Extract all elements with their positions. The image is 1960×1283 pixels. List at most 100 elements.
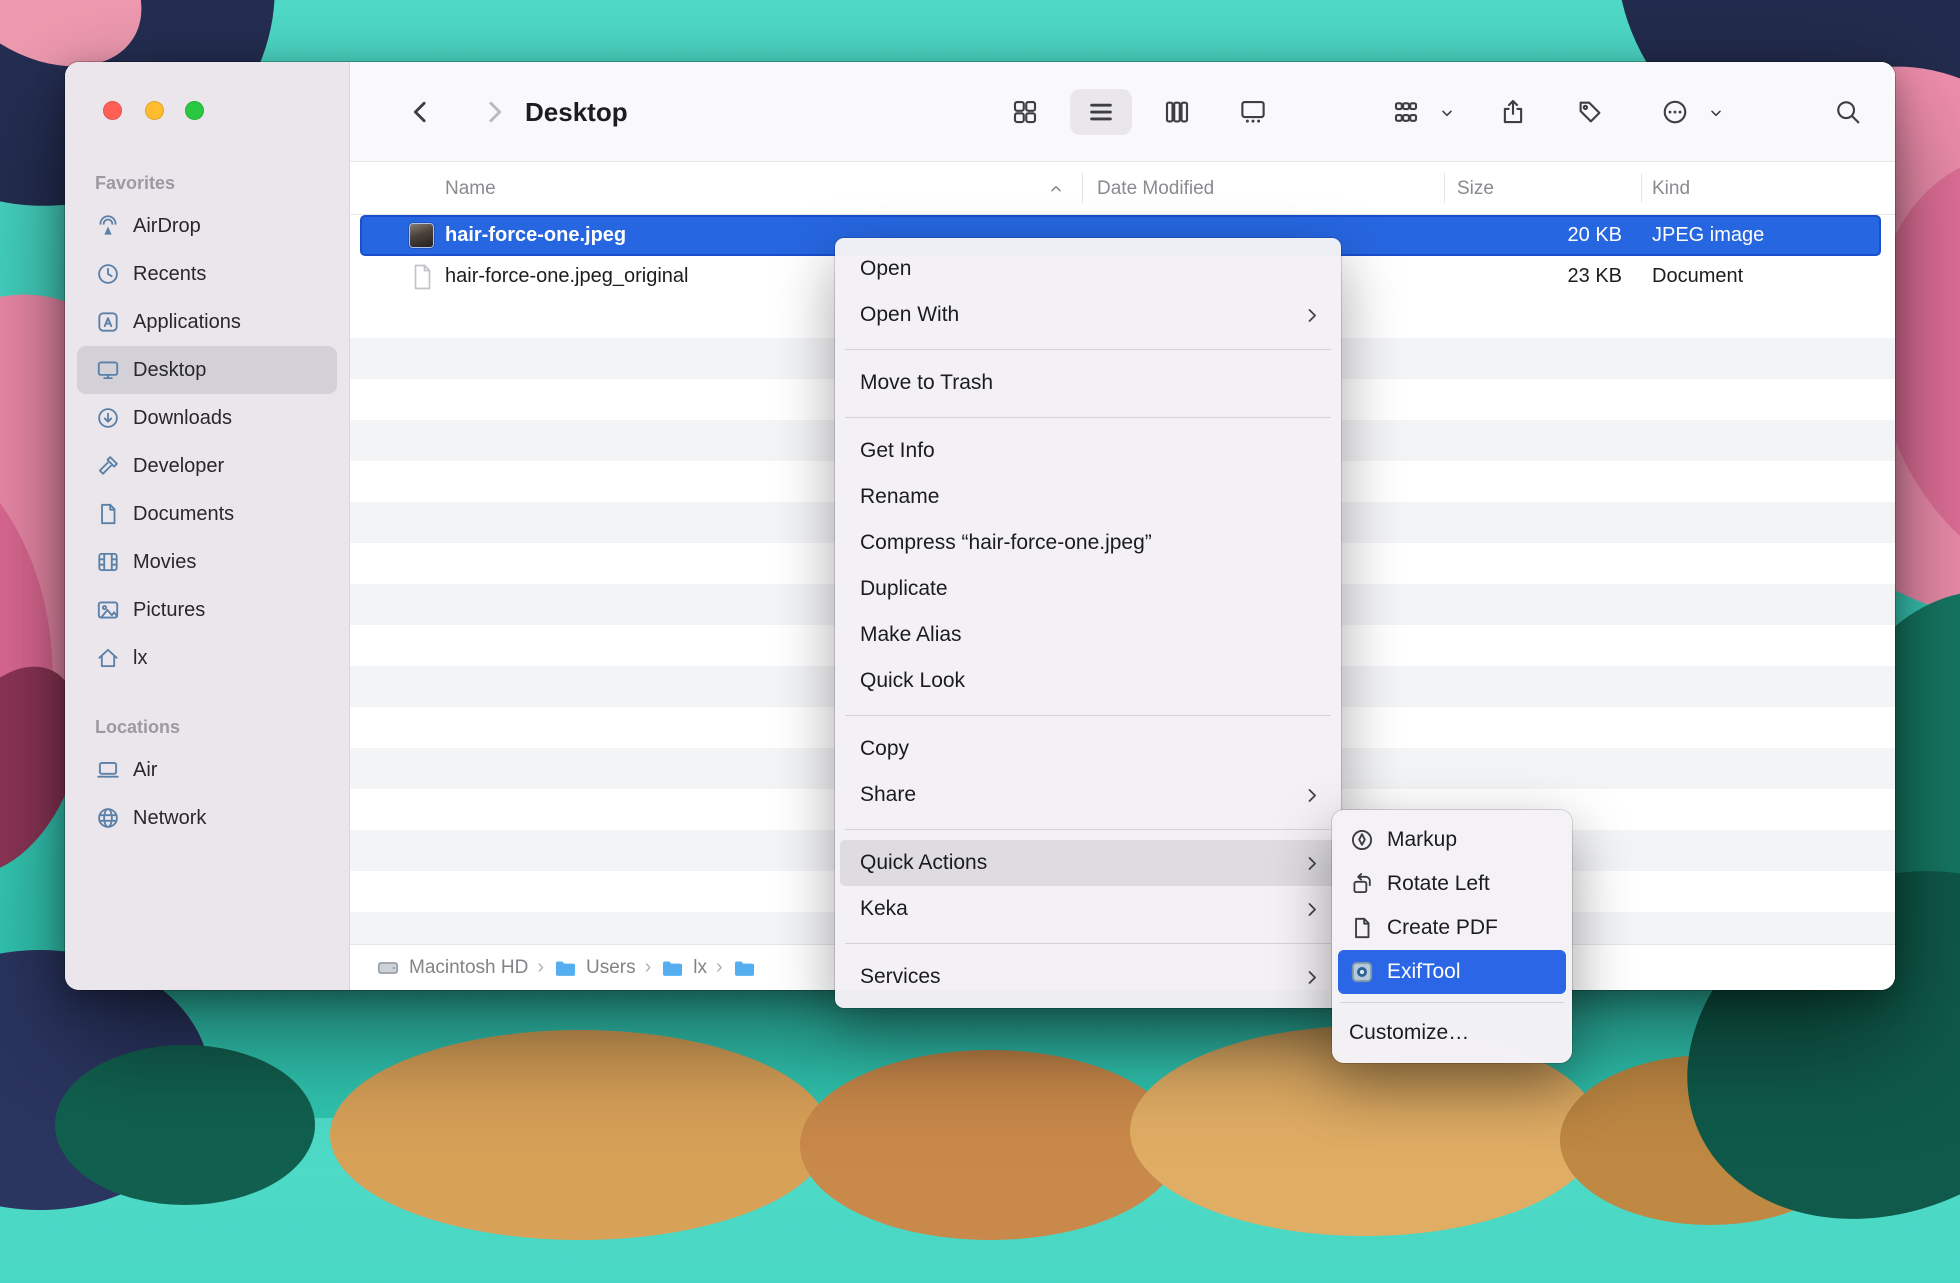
- sidebar-item-label: Recents: [133, 263, 206, 286]
- chevron-right-icon: [1302, 968, 1321, 987]
- column-header-row: Name Date Modified Size Kind: [350, 162, 1895, 215]
- sidebar-item-movies[interactable]: Movies: [77, 538, 337, 586]
- create-pdf-icon: [1349, 915, 1375, 941]
- more-options-button[interactable]: [1660, 97, 1690, 127]
- wallpaper-shape: [800, 1050, 1180, 1240]
- view-gallery-button[interactable]: [1238, 97, 1268, 127]
- path-item-users[interactable]: Users: [586, 957, 636, 979]
- submenu-item-markup[interactable]: Markup: [1332, 818, 1572, 862]
- menu-item-quick-actions[interactable]: Quick Actions: [840, 840, 1336, 886]
- column-divider[interactable]: [1444, 173, 1445, 203]
- sidebar-item-applications[interactable]: Applications: [77, 298, 337, 346]
- menu-item-compress[interactable]: Compress “hair-force-one.jpeg”: [835, 520, 1341, 566]
- sidebar-item-lx[interactable]: lx: [77, 634, 337, 682]
- path-item-macintosh-hd[interactable]: Macintosh HD: [409, 957, 528, 979]
- column-header-name[interactable]: Name: [445, 162, 496, 215]
- submenu-item-customize[interactable]: Customize…: [1332, 1011, 1572, 1055]
- close-button[interactable]: [103, 101, 122, 120]
- wallpaper-shape: [55, 1045, 315, 1205]
- context-menu: Open Open With Move to Trash Get Info Re…: [835, 238, 1341, 1008]
- rotate-left-icon: [1349, 871, 1375, 897]
- column-divider[interactable]: [1641, 173, 1642, 203]
- menu-item-rename[interactable]: Rename: [835, 474, 1341, 520]
- menu-item-open[interactable]: Open: [835, 246, 1341, 292]
- menu-separator: [845, 943, 1331, 944]
- wallpaper-shape: [330, 1030, 830, 1240]
- clock-icon: [95, 261, 121, 287]
- menu-item-share[interactable]: Share: [835, 772, 1341, 818]
- column-header-size[interactable]: Size: [1457, 162, 1494, 215]
- sidebar-item-label: Pictures: [133, 599, 205, 622]
- sidebar-item-airdrop[interactable]: AirDrop: [77, 202, 337, 250]
- menu-item-duplicate[interactable]: Duplicate: [835, 566, 1341, 612]
- path-separator: ›: [537, 956, 544, 979]
- sidebar-item-developer[interactable]: Developer: [77, 442, 337, 490]
- submenu-item-create-pdf[interactable]: Create PDF: [1332, 906, 1572, 950]
- submenu-item-rotate-left[interactable]: Rotate Left: [1332, 862, 1572, 906]
- downloads-icon: [95, 405, 121, 431]
- menu-item-make-alias[interactable]: Make Alias: [835, 612, 1341, 658]
- menu-item-move-to-trash[interactable]: Move to Trash: [835, 360, 1341, 406]
- file-kind: JPEG image: [1652, 215, 1764, 256]
- applications-icon: [95, 309, 121, 335]
- exiftool-icon: [1349, 959, 1375, 985]
- folder-icon: [732, 956, 756, 980]
- group-button[interactable]: [1391, 97, 1421, 127]
- view-columns-button[interactable]: [1162, 97, 1192, 127]
- sidebar-item-label: Network: [133, 807, 206, 830]
- markup-icon: [1349, 827, 1375, 853]
- menu-separator: [845, 829, 1331, 830]
- toolbar: Desktop: [350, 62, 1895, 162]
- file-size: 20 KB: [1444, 215, 1622, 256]
- sidebar-item-desktop[interactable]: Desktop: [77, 346, 337, 394]
- minimize-button[interactable]: [145, 101, 164, 120]
- sidebar-item-label: Developer: [133, 455, 224, 478]
- sidebar-item-network[interactable]: Network: [77, 794, 337, 842]
- jpeg-thumbnail-icon: [410, 224, 433, 247]
- sidebar-item-label: lx: [133, 647, 147, 670]
- sidebar-item-label: AirDrop: [133, 215, 201, 238]
- menu-item-services[interactable]: Services: [835, 954, 1341, 1000]
- view-list-button[interactable]: [1086, 97, 1116, 127]
- chevron-right-icon: [1302, 786, 1321, 805]
- sidebar-item-air[interactable]: Air: [77, 746, 337, 794]
- back-button[interactable]: [406, 97, 436, 127]
- path-separator: ›: [645, 956, 652, 979]
- photo-icon: [95, 597, 121, 623]
- zoom-button[interactable]: [185, 101, 204, 120]
- sidebar-item-pictures[interactable]: Pictures: [77, 586, 337, 634]
- chevron-right-icon: [1302, 900, 1321, 919]
- chevron-right-icon: [1302, 854, 1321, 873]
- menu-item-quick-look[interactable]: Quick Look: [835, 658, 1341, 704]
- sidebar-item-label: Movies: [133, 551, 196, 574]
- menu-item-open-with[interactable]: Open With: [835, 292, 1341, 338]
- path-separator: ›: [716, 956, 723, 979]
- column-header-date-modified[interactable]: Date Modified: [1097, 162, 1214, 215]
- menu-item-get-info[interactable]: Get Info: [835, 428, 1341, 474]
- sidebar-item-documents[interactable]: Documents: [77, 490, 337, 538]
- menu-separator: [845, 417, 1331, 418]
- sidebar-item-recents[interactable]: Recents: [77, 250, 337, 298]
- path-item-lx[interactable]: lx: [693, 957, 707, 979]
- column-header-kind[interactable]: Kind: [1652, 162, 1690, 215]
- menu-separator: [1340, 1002, 1564, 1003]
- document-icon: [95, 501, 121, 527]
- tag-button[interactable]: [1575, 97, 1605, 127]
- submenu-item-exiftool[interactable]: ExifTool: [1338, 950, 1566, 994]
- file-name: hair-force-one.jpeg_original: [445, 256, 688, 297]
- column-divider[interactable]: [1082, 173, 1083, 203]
- search-button[interactable]: [1833, 97, 1863, 127]
- sidebar-item-downloads[interactable]: Downloads: [77, 394, 337, 442]
- globe-icon: [95, 805, 121, 831]
- chevron-down-icon: [1439, 105, 1455, 121]
- view-grid-button[interactable]: [1010, 97, 1040, 127]
- chevron-down-icon: [1708, 105, 1724, 121]
- sort-ascending-icon: [1048, 181, 1064, 197]
- menu-item-keka[interactable]: Keka: [835, 886, 1341, 932]
- menu-separator: [845, 349, 1331, 350]
- sidebar-item-label: Downloads: [133, 407, 232, 430]
- forward-button[interactable]: [479, 97, 509, 127]
- share-button[interactable]: [1498, 97, 1528, 127]
- disk-icon: [376, 956, 400, 980]
- menu-item-copy[interactable]: Copy: [835, 726, 1341, 772]
